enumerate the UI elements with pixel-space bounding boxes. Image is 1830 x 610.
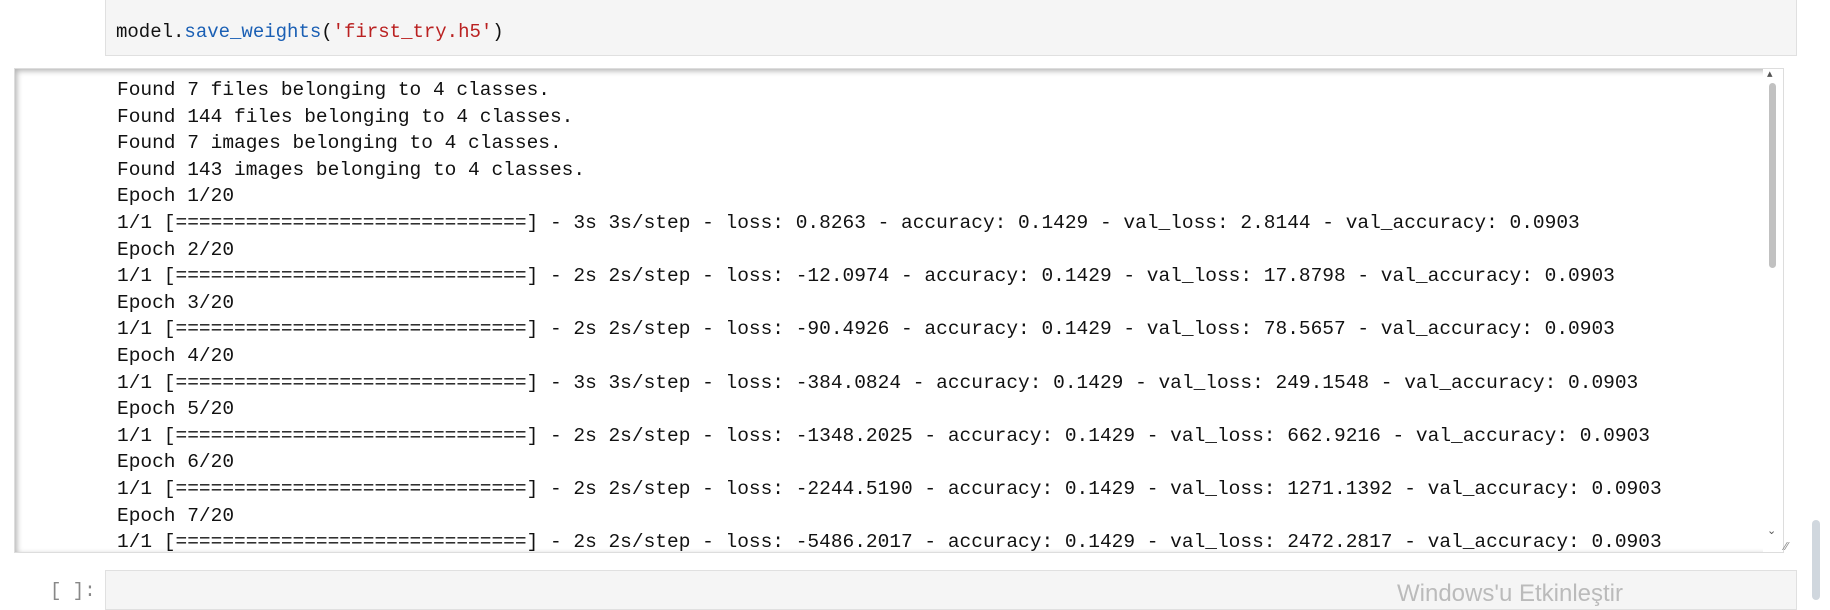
output-line: Found 144 files belonging to 4 classes. [117, 105, 574, 128]
output-line: Epoch 1/20 [117, 185, 235, 208]
output-line: Found 7 images belonging to 4 classes. [117, 132, 562, 155]
code-function: save_weights [184, 21, 322, 43]
output-line: Found 143 images belonging to 4 classes. [117, 158, 586, 181]
code-paren: ( [321, 21, 333, 43]
output-line: 1/1 [==============================] - 3… [117, 371, 1639, 394]
output-line: Epoch 6/20 [117, 451, 235, 474]
output-line: Epoch 2/20 [117, 238, 235, 261]
output-line: 1/1 [==============================] - 2… [117, 424, 1650, 447]
resize-handle-icon[interactable]: ⁄⁄ [1784, 540, 1788, 553]
output-line: Epoch 7/20 [117, 504, 235, 527]
output-line: Epoch 4/20 [117, 344, 235, 367]
scroll-down-icon[interactable]: ⌄ [1767, 524, 1776, 537]
cell-prompt: [ ]: [50, 580, 96, 602]
code-object: model. [116, 21, 185, 43]
code-string: 'first_try.h5' [332, 21, 493, 43]
cell-output-area[interactable]: Found 7 files belonging to 4 classes. Fou… [14, 68, 1784, 553]
output-scrollbar[interactable]: ▴ ⌄ [1763, 69, 1783, 552]
scroll-up-icon[interactable]: ▴ [1767, 69, 1773, 80]
page-scrollbar-thumb[interactable] [1812, 520, 1820, 600]
output-line: 1/1 [==============================] - 2… [117, 477, 1662, 500]
output-line: Epoch 5/20 [117, 398, 235, 421]
code-line: model.save_weights('first_try.h5') [116, 21, 504, 43]
output-line: Epoch 3/20 [117, 291, 235, 314]
code-cell-input[interactable]: model.save_weights('first_try.h5') [105, 0, 1797, 56]
output-line: 1/1 [==============================] - 2… [117, 531, 1662, 553]
output-line: Found 7 files belonging to 4 classes. [117, 79, 550, 101]
output-line: 1/1 [==============================] - 2… [117, 318, 1615, 341]
code-paren: ) [492, 21, 504, 43]
scrollbar-thumb[interactable] [1769, 83, 1776, 268]
windows-activation-watermark: Windows'u Etkinleştir [1397, 580, 1623, 607]
output-line: 1/1 [==============================] - 2… [117, 265, 1615, 288]
output-text: Found 7 files belonging to 4 classes. Fou… [117, 77, 1662, 553]
output-line: 1/1 [==============================] - 3… [117, 211, 1580, 234]
